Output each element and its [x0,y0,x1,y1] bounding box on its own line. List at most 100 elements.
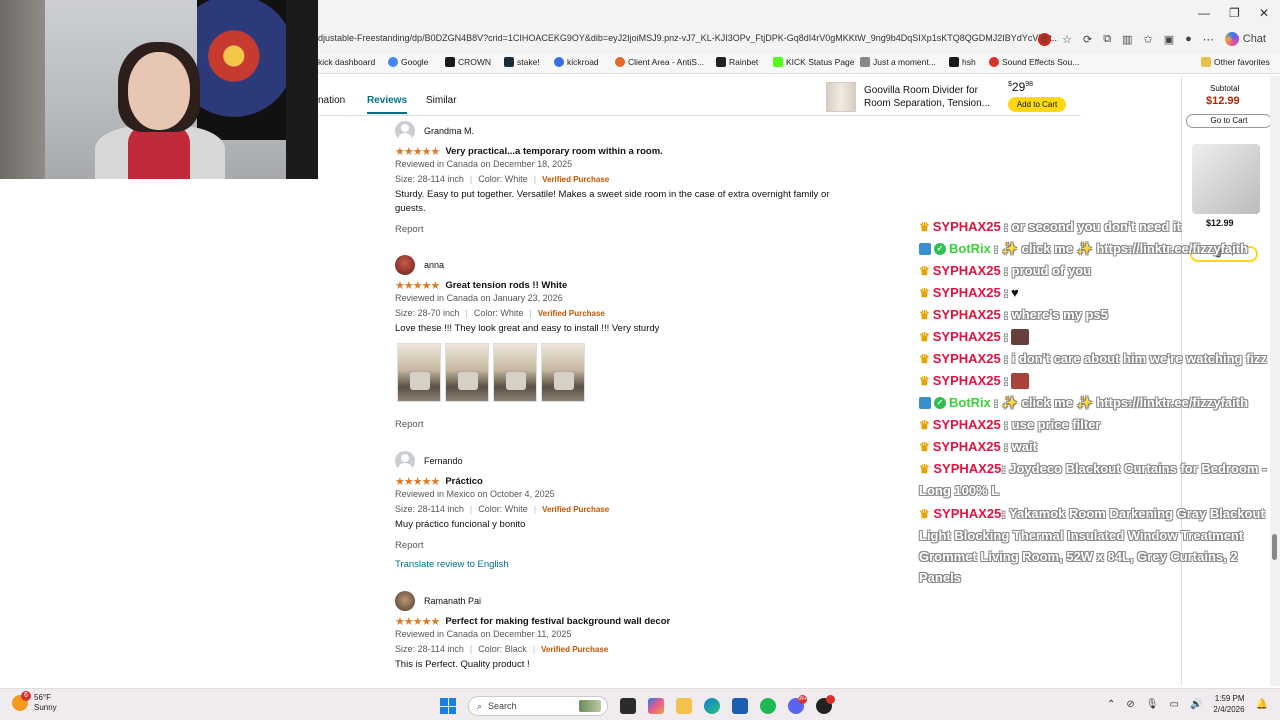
reviewer-name[interactable]: Ramanath Pai [424,596,481,606]
bookmark-kickroad[interactable]: kickroad [554,57,599,67]
reviewer-name[interactable]: anna [424,260,444,270]
review-meta: Reviewed in Canada on January 23, 2026 [395,293,563,303]
copilot-chat-button[interactable]: Chat [1224,32,1266,46]
review-photo[interactable] [445,343,489,402]
spotify-icon[interactable] [760,698,776,714]
refresh-extension-icon[interactable]: ⟳ [1083,33,1092,46]
taskbar-search[interactable]: ⌕ Search [468,696,608,716]
address-bar-icons: 6 ☆ ⟳ ⧉ ▥ ✩ ▣ ● ⋯ Chat [1038,32,1280,46]
review-photo[interactable] [493,343,537,402]
bookmark-hsh[interactable]: hsh [949,57,976,67]
monitor-icon[interactable]: ▭ [1170,699,1179,710]
profile-icon[interactable]: ● [1185,33,1192,45]
tab-information[interactable]: nation [318,95,345,106]
system-tray: ⌃ ⊘ 🎙 ▭ 🔊 1:59 PM 2/4/2026 🔔 [1107,693,1268,715]
clock[interactable]: 1:59 PM 2/4/2026 [1213,693,1244,715]
chat-message: ♛ SYPHAX25: use price filter [919,414,1280,436]
copilot-app-icon[interactable] [648,698,664,714]
discord-icon[interactable]: 99+ [788,695,807,714]
obs-icon[interactable] [816,695,835,714]
review-title[interactable]: Práctico [445,476,483,487]
promo-product-title[interactable]: Goovilla Room Divider for Room Separatio… [864,84,994,110]
reviewer-name[interactable]: Grandma M. [424,126,474,136]
notification-bell-icon[interactable]: 🔔 [1256,699,1268,710]
product-sticky-header: nation Reviews Similar Goovilla Room Div… [318,76,1081,116]
review-item: Ramanath Pai ★★★★★ Perfect for making fes… [395,591,855,672]
volume-icon[interactable]: 🔊 [1190,699,1202,710]
sun-icon: 6 [12,691,31,711]
report-link[interactable]: Report [395,224,855,235]
maximize-icon[interactable]: ❐ [1229,6,1240,20]
minimize-icon[interactable]: — [1198,6,1210,20]
report-link[interactable]: Report [395,540,855,551]
add-to-cart-button[interactable]: Add to Cart [1008,97,1066,112]
url-field[interactable]: djustable-Freestanding/dp/B0DZGN4B8V?cri… [318,33,1058,43]
chat-message: ♛ SYPHAX25: [919,370,1280,392]
bookmark-rainbet[interactable]: Rainbet [716,57,758,67]
report-link[interactable]: Report [395,419,855,430]
more-menu-icon[interactable]: ⋯ [1203,33,1214,46]
favorites-icon[interactable]: ✩ [1143,33,1152,46]
promo-product-image[interactable] [826,82,856,112]
bookmark-sound-effects[interactable]: Sound Effects Sou... [989,57,1079,67]
bookmark-google[interactable]: Google [388,57,428,67]
cart-item-image[interactable] [1192,144,1260,214]
extensions-puzzle-icon[interactable]: ⧉ [1103,33,1111,46]
bookmark-client-area[interactable]: Client Area - AntiS... [615,57,704,67]
microphone-icon[interactable]: 🎙 [1146,699,1159,710]
review-meta: Reviewed in Mexico on October 4, 2025 [395,489,555,499]
review-photo[interactable] [397,343,441,402]
go-to-cart-button[interactable]: Go to Cart [1186,114,1272,128]
crown-badge-icon: ♛ [919,418,930,432]
screen: — ❐ ✕ djustable-Freestanding/dp/B0DZGN4B… [0,0,1280,720]
review-photo[interactable] [541,343,585,402]
weather-widget[interactable]: 6 56°F Sunny [12,691,57,713]
network-off-icon[interactable]: ⊘ [1126,699,1134,710]
extension-icon[interactable]: 6 [1038,32,1052,46]
store-icon[interactable] [732,698,748,714]
chat-message: ✓ BotRix: ✨ click me ✨ https://linktr.ee/… [919,392,1280,414]
webcam-headphone [286,0,318,179]
windows-start-icon[interactable] [440,698,456,714]
verified-check-icon: ✓ [934,397,946,409]
split-screen-icon[interactable]: ▥ [1122,33,1132,46]
translate-review-link[interactable]: Translate review to English [395,559,855,570]
bookmark-crown[interactable]: CROWN [445,57,491,67]
image-emote-icon [1011,329,1030,345]
chat-message: ♛ SYPHAX25: where's my ps5 [919,304,1280,326]
review-title[interactable]: Great tension rods !! White [445,280,567,291]
reviewer-name[interactable]: Fernando [424,456,463,466]
edge-browser-icon[interactable] [704,698,720,714]
review-title[interactable]: Very practical...a temporary room within… [445,146,663,157]
crown-badge-icon: ♛ [919,352,930,366]
collections-icon[interactable]: ▣ [1164,33,1174,46]
star-rating: ★★★★★ [395,145,440,158]
bookmark-kick-status[interactable]: KICK Status Page [773,57,855,67]
subtotal-label: Subtotal [1210,84,1240,93]
chevron-up-icon[interactable]: ⌃ [1107,699,1115,710]
webcam-background-shelf [0,0,45,179]
bookmark-stake[interactable]: stake! [504,57,540,67]
webcam-overlay [0,0,318,179]
sound-effects-icon [989,57,999,67]
kickroad-icon [554,57,564,67]
file-explorer-icon[interactable] [676,698,692,714]
tab-reviews[interactable]: Reviews [367,95,408,114]
avatar [395,121,415,141]
verified-badge: Verified Purchase [541,644,609,654]
bookmark-just-a-moment[interactable]: Just a moment... [860,57,936,67]
review-title[interactable]: Perfect for making festival background w… [445,616,670,627]
review-variant: Size: 28-70 inch | Color: White | Verified P… [395,308,605,318]
chat-message: ♛ SYPHAX25: ♥ [919,282,1280,304]
bot-badge-icon [919,397,931,409]
task-view-icon[interactable] [620,698,636,714]
star-rating: ★★★★★ [395,279,440,292]
tab-similar[interactable]: Similar [426,95,457,106]
bookmark-kick-dashboard[interactable]: kick dashboard [318,57,375,67]
other-favorites[interactable]: Other favorites [1201,57,1270,67]
favorite-star-icon[interactable]: ☆ [1062,33,1072,46]
webcam-person-face [128,52,190,130]
verified-check-icon: ✓ [934,243,946,255]
close-icon[interactable]: ✕ [1259,6,1269,20]
windows-taskbar: 6 56°F Sunny ⌕ Search 99+ ⌃ ⊘ 🎙 ▭ 🔊 1:59 P… [0,688,1280,720]
